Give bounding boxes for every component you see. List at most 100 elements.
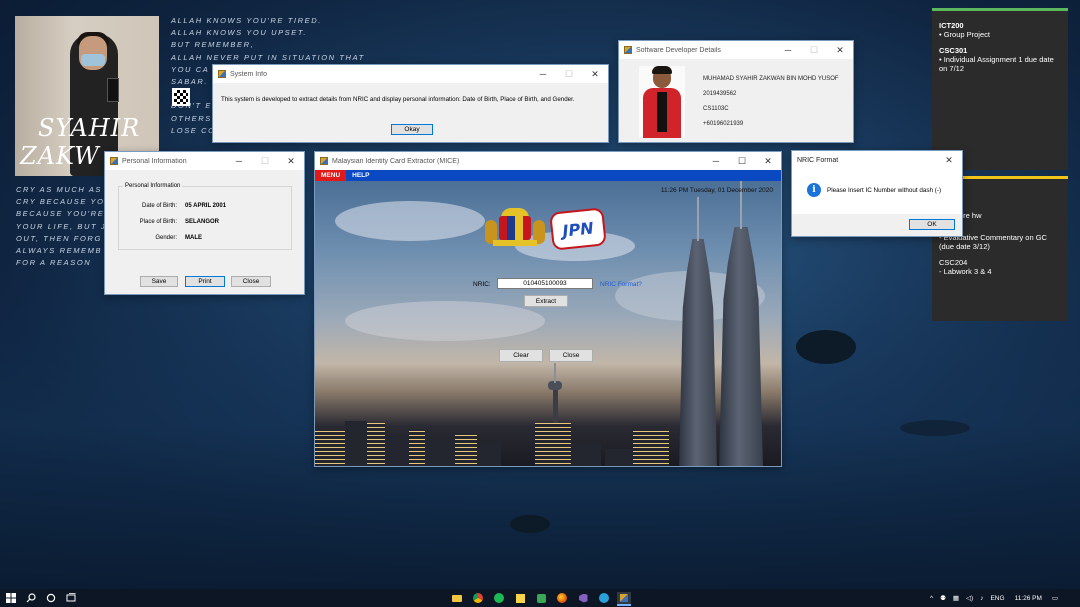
visual-studio-icon[interactable] — [577, 592, 589, 604]
window-title: NRIC Format — [797, 156, 839, 164]
chevron-up-icon[interactable]: ^ — [930, 595, 933, 602]
sticky-course-code: ICT200 — [939, 21, 964, 30]
jpn-logo-icon: JPN — [549, 207, 607, 251]
menu-item-menu[interactable]: MENU — [315, 170, 347, 181]
personal-info-group: Personal Information Date of Birth: 05 A… — [118, 183, 292, 250]
minimize-icon[interactable]: ─ — [775, 41, 801, 59]
wallpaper-quote-bottom: CRY AS MUCH AS CRY BECAUSE YO BECAUSE YO… — [16, 185, 105, 268]
system-tray: ^ ⚉ ▦ ◁) ♪ ENG 11:26 PM ▭ — [930, 589, 1058, 607]
developer-photo — [639, 66, 685, 138]
close-button[interactable]: Close — [231, 276, 271, 287]
cortana-icon[interactable] — [45, 592, 57, 604]
minimize-icon[interactable]: ─ — [703, 152, 729, 170]
dob-label: Date of Birth: — [141, 203, 177, 209]
windows-start-icon[interactable] — [5, 592, 17, 604]
task-view-icon[interactable] — [65, 592, 77, 604]
mice-app-taskbar-icon[interactable] — [617, 592, 631, 606]
people-icon[interactable]: ⚉ — [940, 594, 946, 602]
close-icon[interactable]: ✕ — [278, 152, 304, 170]
developer-name: MUHAMAD SYAHIR ZAKWAN BIN MOHD YUSOF — [703, 76, 839, 82]
titlebar[interactable]: Personal Information ─ ☐ ✕ — [105, 152, 304, 170]
okay-button[interactable]: Okay — [391, 124, 433, 135]
window-title: Personal Information — [122, 157, 187, 165]
speaker-icon[interactable]: ♪ — [980, 595, 983, 602]
firefox-icon[interactable] — [556, 592, 568, 604]
nric-format-message: Please Insert IC Number without dash (-) — [827, 187, 942, 194]
info-icon: i — [807, 183, 821, 197]
nric-label: NRIC: — [473, 281, 491, 288]
sticky-text: - Labwork 3 & 4 — [939, 267, 992, 276]
taskbar: ^ ⚉ ▦ ◁) ♪ ENG 11:26 PM ▭ — [0, 589, 1080, 607]
search-icon[interactable] — [25, 592, 37, 604]
titlebar[interactable]: Software Developer Details ─ ☐ ✕ — [619, 41, 853, 59]
system-info-window[interactable]: System Info ─ ☐ ✕ This system is develop… — [212, 64, 609, 143]
clock[interactable]: 11:26 PM — [1015, 595, 1042, 602]
window-title: Malaysian Identity Card Extractor (MICE) — [332, 157, 460, 165]
wallpaper-rock — [796, 330, 856, 364]
menu-bar: MENU HELP — [315, 170, 781, 181]
titlebar[interactable]: System Info ─ ☐ ✕ — [213, 65, 608, 83]
telegram-icon[interactable] — [598, 592, 610, 604]
language-indicator[interactable]: ENG — [990, 595, 1004, 602]
jpn-logo-text: JPN — [561, 217, 595, 241]
app-green-icon[interactable] — [535, 592, 547, 604]
sticky-text: • Individual Assignment 1 due date on 7/… — [939, 55, 1054, 73]
minimize-icon[interactable]: ─ — [226, 152, 252, 170]
close-icon[interactable]: ✕ — [827, 41, 853, 59]
wallpaper-rock — [510, 515, 550, 533]
sticky-text: • Group Project — [939, 30, 990, 39]
developer-program: CS1103C — [703, 106, 729, 112]
file-explorer-icon[interactable] — [451, 592, 463, 604]
group-label: Personal Information — [123, 183, 183, 189]
extract-button[interactable]: Extract — [524, 295, 568, 307]
close-icon[interactable]: ✕ — [936, 151, 962, 169]
pob-label: Place of Birth: — [139, 219, 177, 225]
print-button[interactable]: Print — [185, 276, 225, 287]
maximize-icon[interactable]: ☐ — [729, 152, 755, 170]
petronas-tower-right — [719, 227, 763, 466]
developer-details-window[interactable]: Software Developer Details ─ ☐ ✕ MUHAMAD… — [618, 40, 854, 143]
app-icon — [218, 70, 226, 78]
date-time-display: 11:26 PM Tuesday, 01 December 2020 — [660, 187, 773, 194]
spotify-icon[interactable] — [493, 592, 505, 604]
close-button[interactable]: Close — [549, 349, 593, 362]
menu-item-help[interactable]: HELP — [346, 170, 375, 181]
network-icon[interactable]: ▦ — [953, 594, 959, 602]
maximize-icon[interactable]: ☐ — [252, 152, 278, 170]
sticky-notes-icon[interactable] — [514, 592, 526, 604]
titlebar[interactable]: NRIC Format ✕ — [792, 151, 962, 169]
wallpaper-rock — [900, 420, 970, 436]
chrome-icon[interactable] — [472, 592, 484, 604]
window-title: System Info — [230, 70, 267, 78]
gender-label: Gender: — [155, 235, 177, 241]
maximize-icon[interactable]: ☐ — [801, 41, 827, 59]
dob-value: 05 APRIL 2001 — [185, 203, 227, 209]
kuala-lumpur-skyline-background — [315, 181, 781, 466]
volume-icon[interactable]: ◁) — [966, 594, 973, 602]
maximize-icon[interactable]: ☐ — [556, 65, 582, 83]
window-title: Software Developer Details — [636, 46, 721, 54]
app-icon — [624, 46, 632, 54]
close-icon[interactable]: ✕ — [755, 152, 781, 170]
nric-format-link[interactable]: NRIC Format? — [600, 281, 642, 288]
nric-format-dialog[interactable]: NRIC Format ✕ i Please Insert IC Number … — [791, 150, 963, 237]
mice-main-window[interactable]: Malaysian Identity Card Extractor (MICE)… — [314, 151, 782, 467]
developer-phone: +60196021939 — [703, 121, 744, 127]
save-button[interactable]: Save — [140, 276, 178, 287]
developer-student-id: 2019439562 — [703, 91, 737, 97]
pob-value: SELANGOR — [185, 219, 220, 225]
gender-value: MALE — [185, 235, 202, 241]
sticky-note-1[interactable]: ICT200 • Group Project CSC301 • Individual… — [932, 8, 1068, 170]
notifications-icon[interactable]: ▭ — [1052, 594, 1058, 602]
sticky-course-code: CSC204 — [939, 258, 968, 267]
system-info-message: This system is developed to extract deta… — [221, 96, 575, 103]
close-icon[interactable]: ✕ — [582, 65, 608, 83]
clear-button[interactable]: Clear — [499, 349, 543, 362]
minimize-icon[interactable]: ─ — [530, 65, 556, 83]
malaysia-coat-of-arms-icon — [483, 208, 547, 248]
titlebar[interactable]: Malaysian Identity Card Extractor (MICE)… — [315, 152, 781, 170]
nric-input[interactable] — [497, 278, 593, 289]
ok-button[interactable]: OK — [909, 219, 955, 230]
personal-info-window[interactable]: Personal Information ─ ☐ ✕ Personal Info… — [104, 151, 305, 295]
app-icon — [320, 157, 328, 165]
